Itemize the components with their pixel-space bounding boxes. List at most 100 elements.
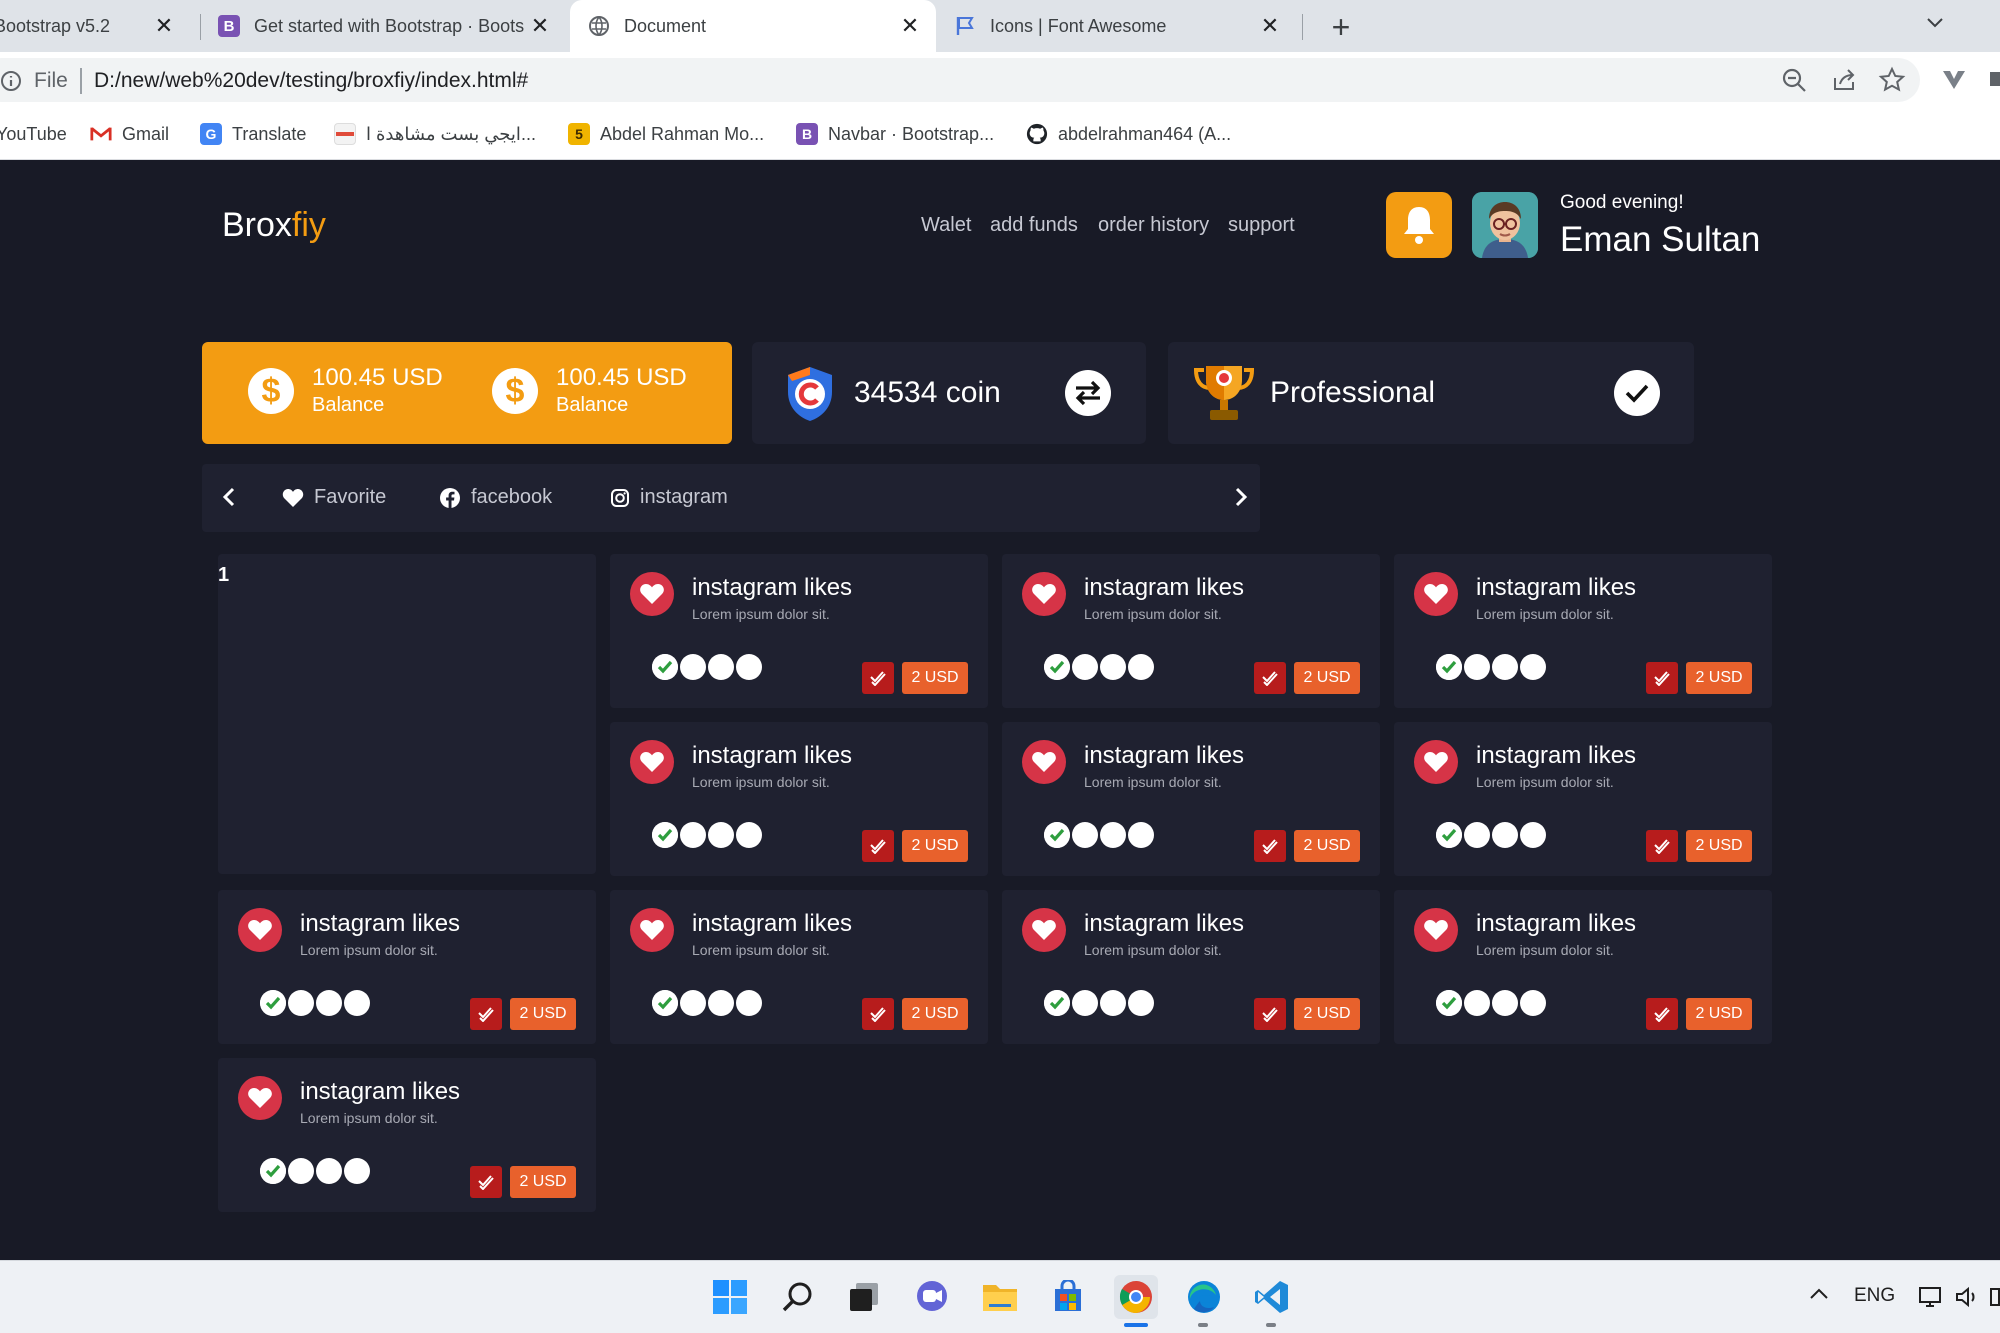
task-view-icon[interactable] xyxy=(842,1275,886,1319)
bookmark-translate[interactable]: G Translate xyxy=(200,122,306,146)
puzzle-icon[interactable] xyxy=(1988,66,2000,94)
tab-bootstrap[interactable]: Bootstrap v5.2 ✕ xyxy=(0,0,190,52)
heart-icon[interactable] xyxy=(1022,908,1066,952)
battery-icon[interactable] xyxy=(1990,1285,2000,1315)
heart-icon[interactable] xyxy=(1414,572,1458,616)
verified-button[interactable] xyxy=(1614,370,1660,416)
tab-document[interactable]: Document ✕ xyxy=(570,0,936,52)
bookmark-egybest[interactable]: ايجي بست مشاهدة ا... xyxy=(334,122,536,146)
brand-logo[interactable]: Broxfiy xyxy=(222,206,326,245)
bookmark-github[interactable]: abdelrahman464 (A... xyxy=(1026,122,1231,146)
check-circle-icon xyxy=(1044,822,1070,848)
heart-icon[interactable] xyxy=(630,740,674,784)
search-icon[interactable] xyxy=(776,1275,820,1319)
filter-facebook[interactable]: facebook xyxy=(439,486,552,509)
chevron-right-icon[interactable] xyxy=(1226,482,1256,512)
price-button[interactable]: 2 USD xyxy=(1686,830,1752,862)
address-url[interactable]: D:/new/web%20dev/testing/broxfiy/index.h… xyxy=(94,69,528,93)
bookmark-abdel-rahman[interactable]: 5 Abdel Rahman Mo... xyxy=(568,122,764,146)
tab-get-started[interactable]: B Get started with Bootstrap · Bootstrap… xyxy=(206,0,566,52)
network-icon[interactable] xyxy=(1918,1285,1944,1315)
heart-icon[interactable] xyxy=(238,1076,282,1120)
avatar[interactable] xyxy=(1472,192,1538,258)
close-icon[interactable]: ✕ xyxy=(528,14,552,38)
extension-icon[interactable] xyxy=(1940,66,1968,94)
close-icon[interactable]: ✕ xyxy=(152,14,176,38)
price-button[interactable]: 2 USD xyxy=(902,998,968,1030)
service-card[interactable]: instagram likes Lorem ipsum dolor sit. 2 U… xyxy=(610,890,988,1044)
double-check-button[interactable] xyxy=(862,830,894,862)
price-button[interactable]: 2 USD xyxy=(1686,998,1752,1030)
heart-icon[interactable] xyxy=(630,908,674,952)
price-button[interactable]: 2 USD xyxy=(1294,662,1360,694)
double-check-button[interactable] xyxy=(862,662,894,694)
rating-dots xyxy=(652,654,764,680)
price-button[interactable]: 2 USD xyxy=(1686,662,1752,694)
heart-icon[interactable] xyxy=(1022,740,1066,784)
double-check-button[interactable] xyxy=(1646,998,1678,1030)
heart-icon[interactable] xyxy=(238,908,282,952)
bookmark-gmail[interactable]: Gmail xyxy=(90,122,169,146)
new-tab-button[interactable]: + xyxy=(1324,10,1358,44)
service-card[interactable]: instagram likes Lorem ipsum dolor sit. 2 U… xyxy=(1002,722,1380,876)
double-check-button[interactable] xyxy=(1646,662,1678,694)
service-card[interactable]: instagram likes Lorem ipsum dolor sit. 2 U… xyxy=(1394,722,1772,876)
service-card[interactable]: instagram likes Lorem ipsum dolor sit. 2 U… xyxy=(218,1058,596,1212)
chevron-up-icon[interactable] xyxy=(1808,1285,1830,1309)
vscode-icon[interactable] xyxy=(1250,1275,1294,1319)
exchange-button[interactable] xyxy=(1065,370,1111,416)
bookmark-navbar-bootstrap[interactable]: B Navbar · Bootstrap... xyxy=(796,122,994,146)
heart-icon[interactable] xyxy=(1414,908,1458,952)
heart-icon[interactable] xyxy=(1414,740,1458,784)
nav-order-history[interactable]: order history xyxy=(1098,214,1209,237)
double-check-button[interactable] xyxy=(862,998,894,1030)
service-card[interactable]: instagram likes Lorem ipsum dolor sit. 2 U… xyxy=(610,722,988,876)
tab-search-chevron-icon[interactable] xyxy=(1924,12,1946,40)
filter-favorite[interactable]: Favorite xyxy=(282,486,386,509)
price-button[interactable]: 2 USD xyxy=(902,662,968,694)
share-icon[interactable] xyxy=(1830,66,1858,94)
rating-dots xyxy=(1436,990,1548,1016)
bookmark-youtube[interactable]: YouTube xyxy=(0,122,67,146)
double-check-button[interactable] xyxy=(470,1166,502,1198)
service-card[interactable]: instagram likes Lorem ipsum dolor sit. 2 U… xyxy=(1394,890,1772,1044)
notification-bell-button[interactable] xyxy=(1386,192,1452,258)
info-icon[interactable] xyxy=(0,70,22,98)
store-icon[interactable] xyxy=(1046,1275,1090,1319)
edge-icon[interactable] xyxy=(1182,1275,1226,1319)
service-card[interactable]: instagram likes Lorem ipsum dolor sit. 2 U… xyxy=(610,554,988,708)
chrome-icon[interactable] xyxy=(1114,1275,1158,1319)
service-card[interactable]: instagram likes Lorem ipsum dolor sit. 2 U… xyxy=(1394,554,1772,708)
service-card[interactable]: instagram likes Lorem ipsum dolor sit. 2 U… xyxy=(1002,554,1380,708)
double-check-button[interactable] xyxy=(1254,662,1286,694)
chevron-left-icon[interactable] xyxy=(214,482,244,512)
double-check-button[interactable] xyxy=(1646,830,1678,862)
nav-add-funds[interactable]: add funds xyxy=(990,214,1078,237)
price-button[interactable]: 2 USD xyxy=(1294,830,1360,862)
language-indicator[interactable]: ENG xyxy=(1854,1285,1895,1307)
chat-icon[interactable] xyxy=(910,1275,954,1319)
service-card[interactable]: instagram likes Lorem ipsum dolor sit. 2 U… xyxy=(1002,890,1380,1044)
start-icon[interactable] xyxy=(708,1275,752,1319)
price-button[interactable]: 2 USD xyxy=(902,830,968,862)
filter-instagram[interactable]: instagram xyxy=(610,486,728,509)
zoom-icon[interactable] xyxy=(1780,66,1808,94)
nav-support[interactable]: support xyxy=(1228,214,1295,237)
heart-icon[interactable] xyxy=(630,572,674,616)
file-explorer-icon[interactable] xyxy=(978,1275,1022,1319)
bookmark-star-icon[interactable] xyxy=(1878,66,1906,94)
heart-icon[interactable] xyxy=(1022,572,1066,616)
double-check-button[interactable] xyxy=(470,998,502,1030)
price-button[interactable]: 2 USD xyxy=(510,1166,576,1198)
volume-icon[interactable] xyxy=(1954,1285,1980,1315)
price-button[interactable]: 2 USD xyxy=(510,998,576,1030)
double-check-button[interactable] xyxy=(1254,998,1286,1030)
service-card[interactable]: instagram likes Lorem ipsum dolor sit. 2 U… xyxy=(218,890,596,1044)
close-icon[interactable]: ✕ xyxy=(898,14,922,38)
service-subtitle: Lorem ipsum dolor sit. xyxy=(300,942,438,958)
nav-walet[interactable]: Walet xyxy=(921,214,971,237)
double-check-button[interactable] xyxy=(1254,830,1286,862)
price-button[interactable]: 2 USD xyxy=(1294,998,1360,1030)
close-icon[interactable]: ✕ xyxy=(1258,14,1282,38)
tab-font-awesome[interactable]: Icons | Font Awesome ✕ xyxy=(940,0,1296,52)
